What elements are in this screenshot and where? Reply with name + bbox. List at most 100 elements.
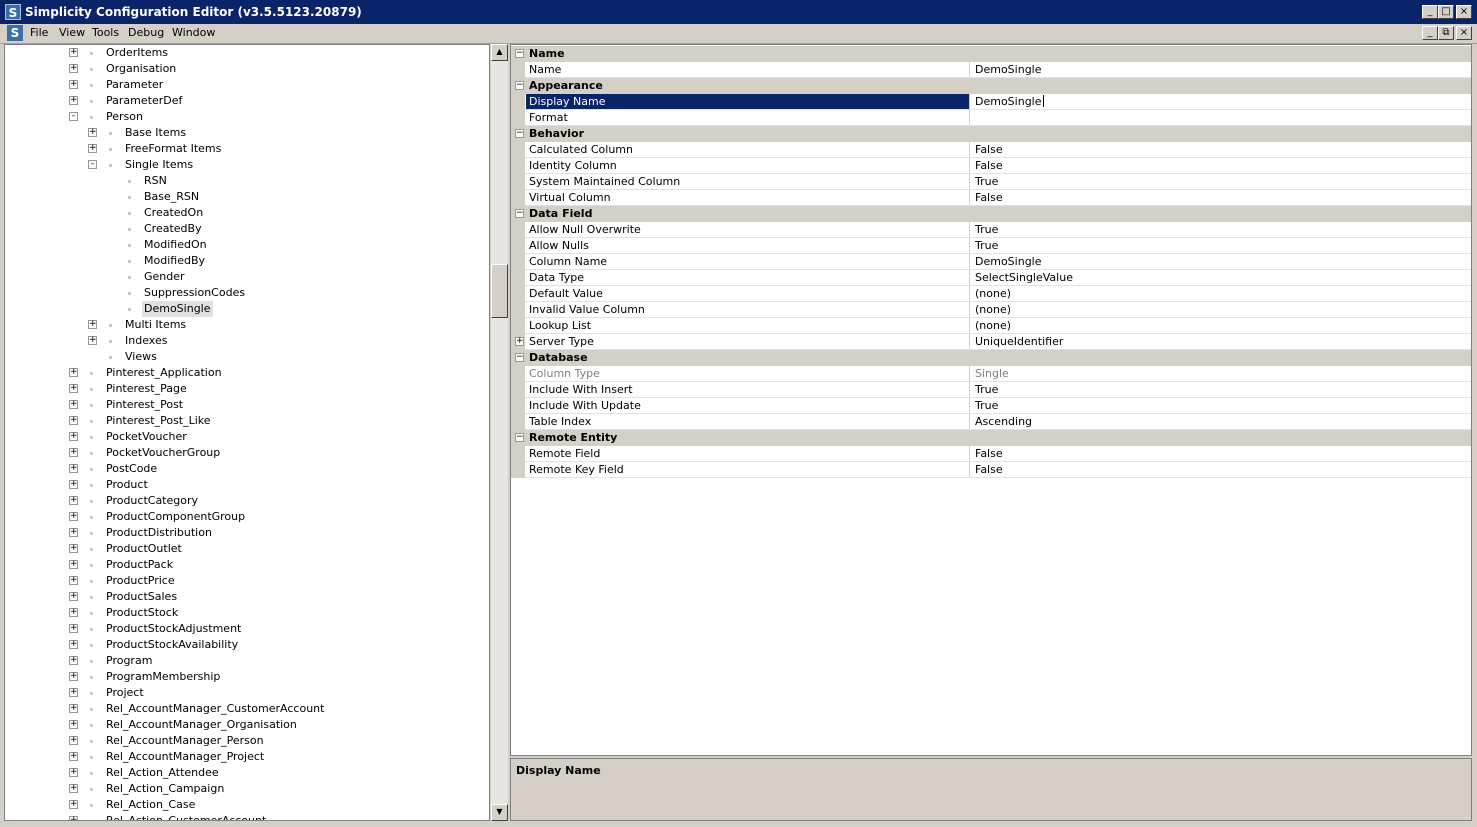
tree-node-label[interactable]: Pinterest_Post (106, 397, 183, 413)
expand-icon[interactable]: + (69, 768, 78, 777)
tree-node-label[interactable]: RSN (144, 173, 167, 189)
collapse-icon[interactable]: − (515, 81, 524, 90)
tree-node[interactable]: + Rel_AccountManager_Person (5, 733, 489, 749)
tree-node-label[interactable]: Base Items (125, 125, 186, 141)
tree-node-label[interactable]: ProductStockAdjustment (106, 621, 241, 637)
tree-node[interactable]: + ProductStockAvailability (5, 637, 489, 653)
category-row[interactable]: − Appearance (511, 78, 1471, 94)
scroll-thumb[interactable] (491, 264, 508, 318)
tree-node[interactable]: Gender (5, 269, 489, 285)
document-menu-icon[interactable]: S (7, 25, 23, 41)
property-value[interactable]: Ascending (971, 414, 1471, 429)
tree-node-label[interactable]: DemoSingle (142, 301, 213, 317)
property-value[interactable]: Single (971, 366, 1471, 381)
expand-icon[interactable]: + (88, 128, 97, 137)
expand-icon[interactable]: + (515, 337, 524, 346)
tree-node-label[interactable]: Views (125, 349, 157, 365)
tree-node[interactable]: + Program (5, 653, 489, 669)
tree-node-label[interactable]: PocketVoucher (106, 429, 187, 445)
expand-icon[interactable]: + (69, 608, 78, 617)
expand-icon[interactable]: + (88, 320, 97, 329)
property-row[interactable]: Name DemoSingle (511, 62, 1471, 78)
tree-node[interactable]: + Rel_AccountManager_Project (5, 749, 489, 765)
tree-node-label[interactable]: Parameter (106, 77, 163, 93)
tree-node-label[interactable]: Rel_Action_CustomerAccount (106, 813, 266, 820)
tree-node-label[interactable]: ProductOutlet (106, 541, 182, 557)
tree-node-label[interactable]: ModifiedBy (144, 253, 205, 269)
property-value[interactable]: True (971, 222, 1471, 237)
tree-node[interactable]: SuppressionCodes (5, 285, 489, 301)
property-row[interactable]: Include With Update True (511, 398, 1471, 414)
expand-icon[interactable]: + (69, 448, 78, 457)
property-value[interactable]: True (971, 382, 1471, 397)
tree-node[interactable]: + ProductPack (5, 557, 489, 573)
expand-icon[interactable]: + (69, 400, 78, 409)
tree-node[interactable]: + OrderItems (5, 45, 489, 61)
tree-node[interactable]: + ParameterDef (5, 93, 489, 109)
category-row[interactable]: − Behavior (511, 126, 1471, 142)
property-row[interactable]: Column Name DemoSingle (511, 254, 1471, 270)
property-name[interactable]: Virtual Column (526, 190, 970, 205)
property-name[interactable]: Identity Column (526, 158, 970, 173)
property-name[interactable]: Format (526, 110, 970, 125)
property-name[interactable]: Column Type (526, 366, 970, 381)
tree-node[interactable]: + Indexes (5, 333, 489, 349)
tree-node-label[interactable]: Person (106, 109, 143, 125)
property-name[interactable]: Remote Field (526, 446, 970, 461)
expand-icon[interactable]: + (69, 64, 78, 73)
expand-icon[interactable]: + (69, 96, 78, 105)
property-grid[interactable]: − Name Name DemoSingle − Appearance Display Na… (510, 44, 1472, 756)
expand-icon[interactable]: + (69, 592, 78, 601)
property-value[interactable]: True (971, 238, 1471, 253)
expand-icon[interactable]: + (69, 48, 78, 57)
property-row[interactable]: Include With Insert True (511, 382, 1471, 398)
tree-node-label[interactable]: SuppressionCodes (144, 285, 245, 301)
property-name[interactable]: Column Name (526, 254, 970, 269)
tree-node-label[interactable]: ProgramMembership (106, 669, 220, 685)
property-value[interactable]: True (971, 398, 1471, 413)
tree-node-label[interactable]: Pinterest_Post_Like (106, 413, 211, 429)
category-row[interactable]: − Name (511, 46, 1471, 62)
property-name[interactable]: Name (526, 62, 970, 77)
tree-scrollbar[interactable]: ▲ ▼ (491, 44, 508, 821)
expand-icon[interactable]: + (69, 720, 78, 729)
property-name[interactable]: Include With Update (526, 398, 970, 413)
menu-view[interactable]: View (59, 26, 85, 39)
tree-node[interactable]: + Rel_Action_Attendee (5, 765, 489, 781)
expand-icon[interactable]: + (69, 416, 78, 425)
tree-node[interactable]: + FreeFormat Items (5, 141, 489, 157)
tree-node-label[interactable]: PocketVoucherGroup (106, 445, 220, 461)
tree-node[interactable]: + Rel_AccountManager_CustomerAccount (5, 701, 489, 717)
expand-icon[interactable]: + (69, 560, 78, 569)
tree-node-label[interactable]: Pinterest_Page (106, 381, 187, 397)
tree-node-label[interactable]: Base_RSN (144, 189, 199, 205)
tree-node[interactable]: CreatedOn (5, 205, 489, 221)
tree-node-label[interactable]: ParameterDef (106, 93, 182, 109)
tree-node-label[interactable]: CreatedBy (144, 221, 202, 237)
tree-node[interactable]: + Rel_Action_CustomerAccount (5, 813, 489, 820)
property-row[interactable]: Remote Key Field False (511, 462, 1471, 478)
tree-node[interactable]: + ProductCategory (5, 493, 489, 509)
expand-icon[interactable]: + (69, 736, 78, 745)
tree-node-label[interactable]: Gender (144, 269, 185, 285)
expand-icon[interactable]: + (69, 656, 78, 665)
tree-node[interactable]: + ProductComponentGroup (5, 509, 489, 525)
tree-node-label[interactable]: Single Items (125, 157, 193, 173)
expand-icon[interactable]: + (69, 800, 78, 809)
property-value[interactable] (971, 110, 1471, 125)
property-row[interactable]: Allow Nulls True (511, 238, 1471, 254)
property-value[interactable]: False (971, 190, 1471, 205)
tree-node[interactable]: ModifiedBy (5, 253, 489, 269)
tree-node[interactable]: + Pinterest_Post_Like (5, 413, 489, 429)
tree-node-label[interactable]: Indexes (125, 333, 167, 349)
collapse-icon[interactable]: - (88, 160, 97, 169)
tree-node-label[interactable]: Product (106, 477, 148, 493)
scroll-up-button[interactable]: ▲ (491, 44, 508, 61)
property-row[interactable]: Invalid Value Column (none) (511, 302, 1471, 318)
property-row[interactable]: Table Index Ascending (511, 414, 1471, 430)
property-name[interactable]: Data Type (526, 270, 970, 285)
property-name[interactable]: System Maintained Column (526, 174, 970, 189)
tree-node[interactable]: + Rel_AccountManager_Organisation (5, 717, 489, 733)
scroll-down-button[interactable]: ▼ (491, 804, 508, 821)
mdi-restore-button[interactable]: ⧉ (1438, 26, 1454, 40)
